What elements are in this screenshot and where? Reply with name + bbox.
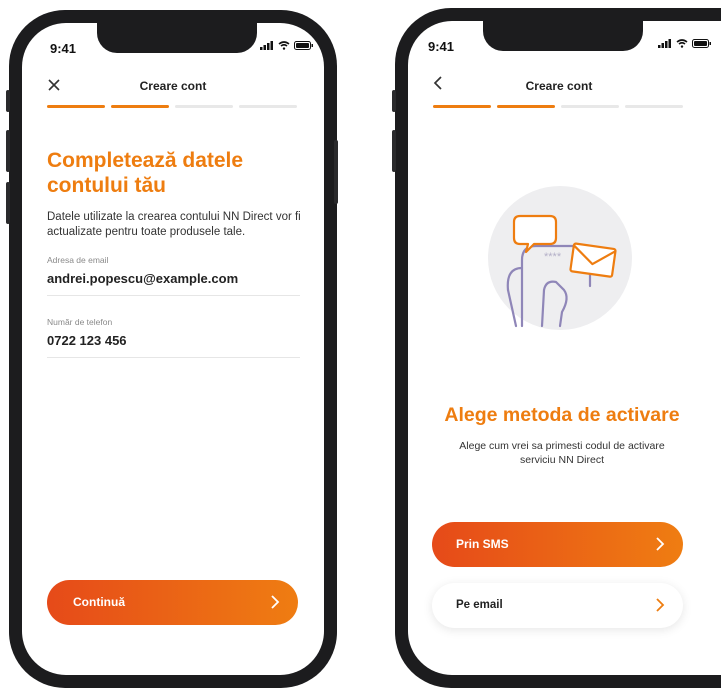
phone-frame-left: 9:41 Creare cont Completează datele cont… xyxy=(6,10,338,688)
phone-frame-right: 9:41 Creare cont **** Alege metoda de ac… xyxy=(392,8,721,688)
progress-step-pending xyxy=(561,105,619,108)
progress-step-current xyxy=(497,105,555,108)
progress-step-done xyxy=(47,105,105,108)
status-icons xyxy=(260,41,314,50)
progress-step-done xyxy=(433,105,491,108)
phone-field-label: Număr de telefon xyxy=(47,317,113,327)
wifi-icon xyxy=(278,41,290,50)
chevron-right-icon xyxy=(656,537,665,551)
page-description-line2: actualizate pentru toate produsele tale. xyxy=(47,226,246,238)
chevron-right-icon xyxy=(271,595,280,609)
page-description-line2: serviciu NN Direct xyxy=(519,454,604,466)
wifi-icon xyxy=(676,39,688,48)
side-button xyxy=(392,130,396,172)
continue-button[interactable]: Continuă xyxy=(47,580,298,625)
email-field-label: Adresa de email xyxy=(47,255,109,265)
email-option-label: Pe email xyxy=(456,599,503,611)
battery-icon xyxy=(294,41,313,50)
activation-illustration: **** xyxy=(488,186,632,330)
notch xyxy=(483,21,643,51)
page-description-line1: Datele utilizate la crearea contului NN … xyxy=(47,211,301,223)
illustration-pin-text: **** xyxy=(544,251,562,263)
progress-step-current xyxy=(111,105,169,108)
progress-steps xyxy=(47,105,297,108)
progress-step-pending xyxy=(175,105,233,108)
progress-step-pending xyxy=(625,105,683,108)
page-description-line1: Alege cum vrei sa primesti codul de acti… xyxy=(459,440,665,452)
side-button xyxy=(6,182,10,224)
phone-field[interactable]: 0722 123 456 xyxy=(47,333,127,348)
signal-icon xyxy=(658,39,671,48)
side-button xyxy=(6,130,10,172)
page-title-line1: Completează datele xyxy=(47,149,244,172)
signal-icon xyxy=(260,41,273,50)
status-time: 9:41 xyxy=(50,41,77,56)
notch xyxy=(97,23,257,53)
battery-icon xyxy=(692,39,711,48)
screen-activation-method: 9:41 Creare cont **** Alege metoda de ac… xyxy=(408,21,721,675)
side-button xyxy=(392,90,396,112)
sms-option-label: Prin SMS xyxy=(456,537,509,551)
page-title-line2: contului tău xyxy=(47,174,166,197)
page-title: Alege metoda de activare xyxy=(444,404,680,426)
email-field-underline xyxy=(47,295,300,296)
email-field[interactable]: andrei.popescu@example.com xyxy=(47,271,238,286)
continue-button-label: Continuă xyxy=(73,595,125,609)
progress-steps xyxy=(433,105,683,108)
sms-option-button[interactable]: Prin SMS xyxy=(432,522,683,567)
chevron-right-icon xyxy=(656,598,665,612)
screen-create-account-details: 9:41 Creare cont Completează datele cont… xyxy=(22,23,324,675)
status-time: 9:41 xyxy=(428,39,455,54)
status-icons xyxy=(658,39,712,48)
nav-title: Creare cont xyxy=(525,79,593,93)
nav-title: Creare cont xyxy=(139,79,207,93)
email-option-button[interactable]: Pe email xyxy=(432,583,683,628)
phone-field-underline xyxy=(47,357,300,358)
progress-step-pending xyxy=(239,105,297,108)
side-button xyxy=(6,90,10,112)
side-button xyxy=(334,140,338,204)
